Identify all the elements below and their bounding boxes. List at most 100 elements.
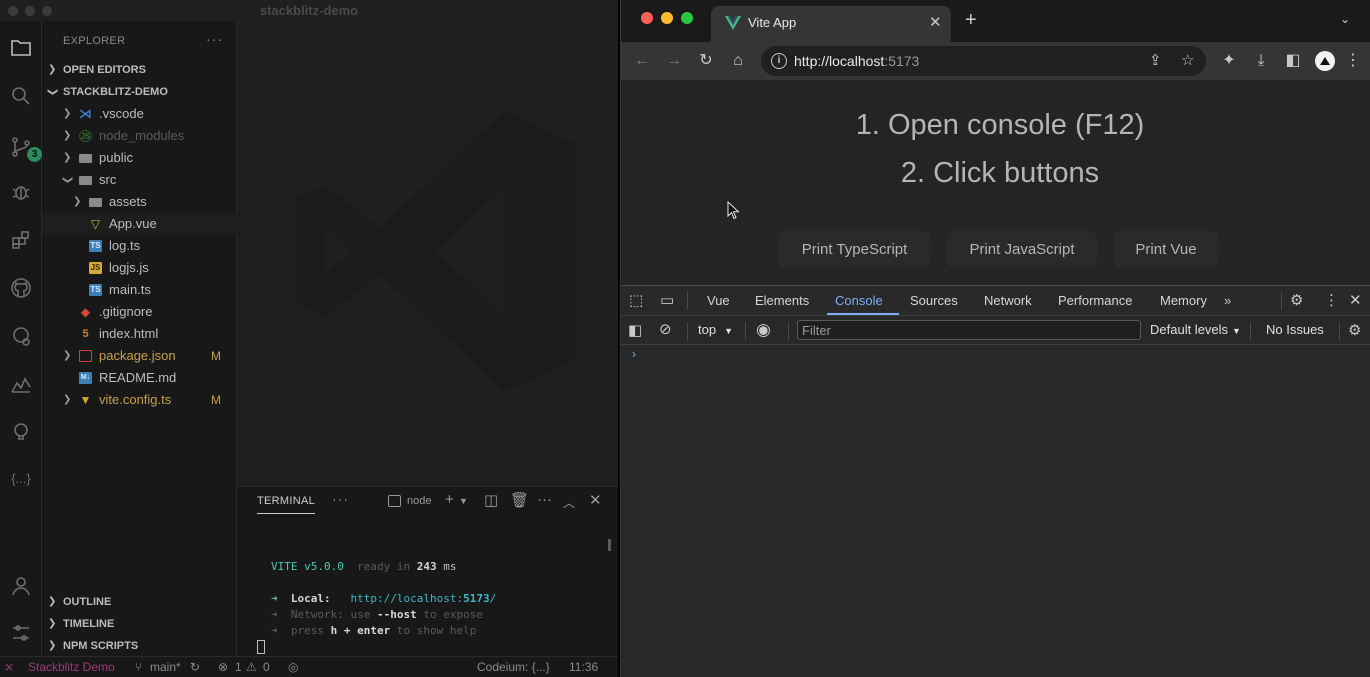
tab-network[interactable]: Network — [984, 293, 1032, 308]
live-expression-eye-icon[interactable]: ◉ — [756, 320, 771, 340]
tree-item-app-vue[interactable]: ▽ App.vue — [42, 213, 237, 235]
tree-item-log-ts[interactable]: TS log.ts — [42, 235, 237, 257]
forward-icon[interactable]: → — [664, 51, 684, 71]
timeline-section[interactable]: ❯ TIMELINE — [42, 613, 237, 635]
tree-item-package-json[interactable]: ❯ package.json M — [42, 345, 237, 367]
tree-item-gitignore[interactable]: ◆ .gitignore — [42, 301, 237, 323]
remote-explorer-icon[interactable] — [7, 323, 35, 351]
more-tabs-icon[interactable]: » — [1224, 293, 1231, 308]
terminal-shell-label[interactable]: node — [407, 495, 431, 507]
lightbulb-icon[interactable] — [7, 418, 35, 446]
address-bar[interactable]: i http://localhost:5173 ⇪ ☆ — [761, 46, 1206, 76]
json-braces-icon[interactable]: {...} — [7, 465, 35, 493]
warning-count[interactable]: 0 — [263, 657, 270, 677]
branch-label[interactable]: main* — [150, 657, 181, 677]
close-light[interactable] — [641, 12, 653, 24]
sync-icon[interactable]: ↻ — [190, 657, 200, 677]
log-levels-select[interactable]: Default levels ▼ — [1150, 322, 1241, 337]
toolbar-divider — [1281, 292, 1282, 310]
inspect-element-icon[interactable]: ⬚ — [629, 291, 643, 309]
print-javascript-button[interactable]: Print JavaScript — [947, 231, 1097, 268]
settings-sliders-icon[interactable] — [7, 619, 35, 647]
codeium-status[interactable]: Codeium: {...} — [477, 657, 550, 677]
browser-tab[interactable]: Vite App ✕ — [711, 6, 951, 42]
download-icon[interactable]: ⤓ — [1251, 51, 1271, 71]
ports-icon[interactable]: ◎ — [288, 657, 298, 677]
console-settings-icon[interactable]: ⚙ — [1348, 321, 1361, 339]
tab-search-icon[interactable]: ⌄ — [1340, 12, 1350, 26]
open-editors-section[interactable]: ❯ OPEN EDITORS — [42, 59, 237, 81]
local-url[interactable]: http://localhost: — [351, 592, 464, 605]
tab-performance[interactable]: Performance — [1058, 293, 1132, 308]
terminal-tab[interactable]: TERMINAL — [257, 495, 315, 507]
console-sidebar-icon[interactable]: ◧ — [628, 321, 642, 339]
trash-icon[interactable]: 🗑 — [510, 491, 529, 509]
explorer-icon[interactable] — [7, 34, 35, 62]
home-icon[interactable]: ⌂ — [728, 51, 748, 71]
remote-indicator[interactable]: ⨯ Stackblitz Demo — [0, 657, 128, 677]
tree-item-index-html[interactable]: 5 index.html — [42, 323, 237, 345]
terminal-scrollbar[interactable] — [608, 539, 611, 551]
tab-sources[interactable]: Sources — [910, 293, 958, 308]
npm-scripts-section[interactable]: ❯ NPM SCRIPTS — [42, 635, 237, 657]
tab-vue[interactable]: Vue — [707, 293, 730, 308]
graph-icon[interactable] — [7, 370, 35, 398]
tree-item-readme[interactable]: M↓ README.md — [42, 367, 237, 389]
close-panel-icon[interactable]: ✕ — [589, 491, 602, 509]
editor-area[interactable] — [237, 21, 618, 486]
devtools-menu-icon[interactable]: ⋮ — [1324, 291, 1339, 309]
tree-item-vscode[interactable]: ❯ ⋊ .vscode — [42, 103, 237, 125]
zoom-light[interactable] — [681, 12, 693, 24]
devtools-settings-icon[interactable]: ⚙ — [1290, 291, 1303, 309]
more-actions-icon[interactable]: ··· — [537, 491, 552, 508]
console-filter-input[interactable] — [797, 320, 1141, 340]
tree-item-src[interactable]: ❯ src — [42, 169, 237, 191]
tree-item-main-ts[interactable]: TS main.ts — [42, 279, 237, 301]
add-terminal-icon[interactable]: + — [445, 491, 454, 508]
bookmark-star-icon[interactable]: ☆ — [1181, 51, 1194, 69]
share-icon[interactable]: ⇪ — [1149, 51, 1162, 69]
maximize-panel-icon[interactable]: ︿ — [563, 494, 575, 511]
tab-elements[interactable]: Elements — [755, 293, 809, 308]
site-info-icon[interactable]: i — [771, 53, 787, 69]
search-icon[interactable] — [7, 82, 35, 110]
error-count[interactable]: 1 — [235, 657, 242, 677]
extensions-puzzle-icon[interactable]: ✦ — [1219, 51, 1239, 71]
console-prompt[interactable]: › — [632, 347, 636, 361]
tree-item-label: App.vue — [109, 216, 157, 231]
reload-icon[interactable]: ↻ — [696, 51, 716, 71]
split-terminal-icon[interactable]: ◫ — [484, 491, 498, 509]
context-select[interactable]: top ▼ — [698, 322, 733, 337]
back-icon[interactable]: ← — [632, 51, 652, 71]
outline-section[interactable]: ❯ OUTLINE — [42, 591, 237, 613]
explorer-more-button[interactable]: ··· — [206, 31, 223, 47]
tree-item-assets[interactable]: ❯ assets — [42, 191, 237, 213]
tree-item-vite-config[interactable]: ❯ ▼ vite.config.ts M — [42, 389, 237, 411]
debug-icon[interactable] — [7, 178, 35, 206]
profile-avatar[interactable] — [1315, 51, 1335, 71]
minimize-light[interactable] — [661, 12, 673, 24]
tree-item-logjs-js[interactable]: JS logjs.js — [42, 257, 237, 279]
address-url[interactable]: http://localhost:5173 — [794, 53, 919, 69]
extensions-icon[interactable] — [7, 226, 35, 254]
github-icon[interactable] — [7, 274, 35, 302]
device-toolbar-icon[interactable]: ▭ — [660, 291, 674, 309]
tree-item-node-modules[interactable]: ❯ JS node_modules — [42, 125, 237, 147]
source-control-icon[interactable]: 3 — [7, 133, 42, 162]
devtools-close-icon[interactable]: ✕ — [1349, 291, 1362, 309]
terminal-more-button[interactable]: ··· — [332, 491, 349, 507]
side-panel-icon[interactable]: ◧ — [1283, 51, 1303, 71]
clear-console-icon[interactable]: ⊘ — [659, 320, 672, 338]
print-vue-button[interactable]: Print Vue — [1113, 231, 1219, 268]
tab-memory[interactable]: Memory — [1160, 293, 1207, 308]
browser-menu-icon[interactable]: ⋮ — [1343, 51, 1363, 71]
issues-counter[interactable]: No Issues — [1266, 322, 1324, 337]
tree-item-public[interactable]: ❯ public — [42, 147, 237, 169]
project-section[interactable]: ❯ STACKBLITZ-DEMO — [42, 81, 237, 103]
new-tab-icon[interactable]: + — [965, 9, 977, 32]
chevron-down-icon[interactable]: ▼ — [459, 496, 468, 506]
tab-console[interactable]: Console — [835, 293, 883, 308]
tab-close-icon[interactable]: ✕ — [929, 13, 942, 31]
account-icon[interactable] — [7, 572, 35, 600]
print-typescript-button[interactable]: Print TypeScript — [778, 231, 931, 268]
